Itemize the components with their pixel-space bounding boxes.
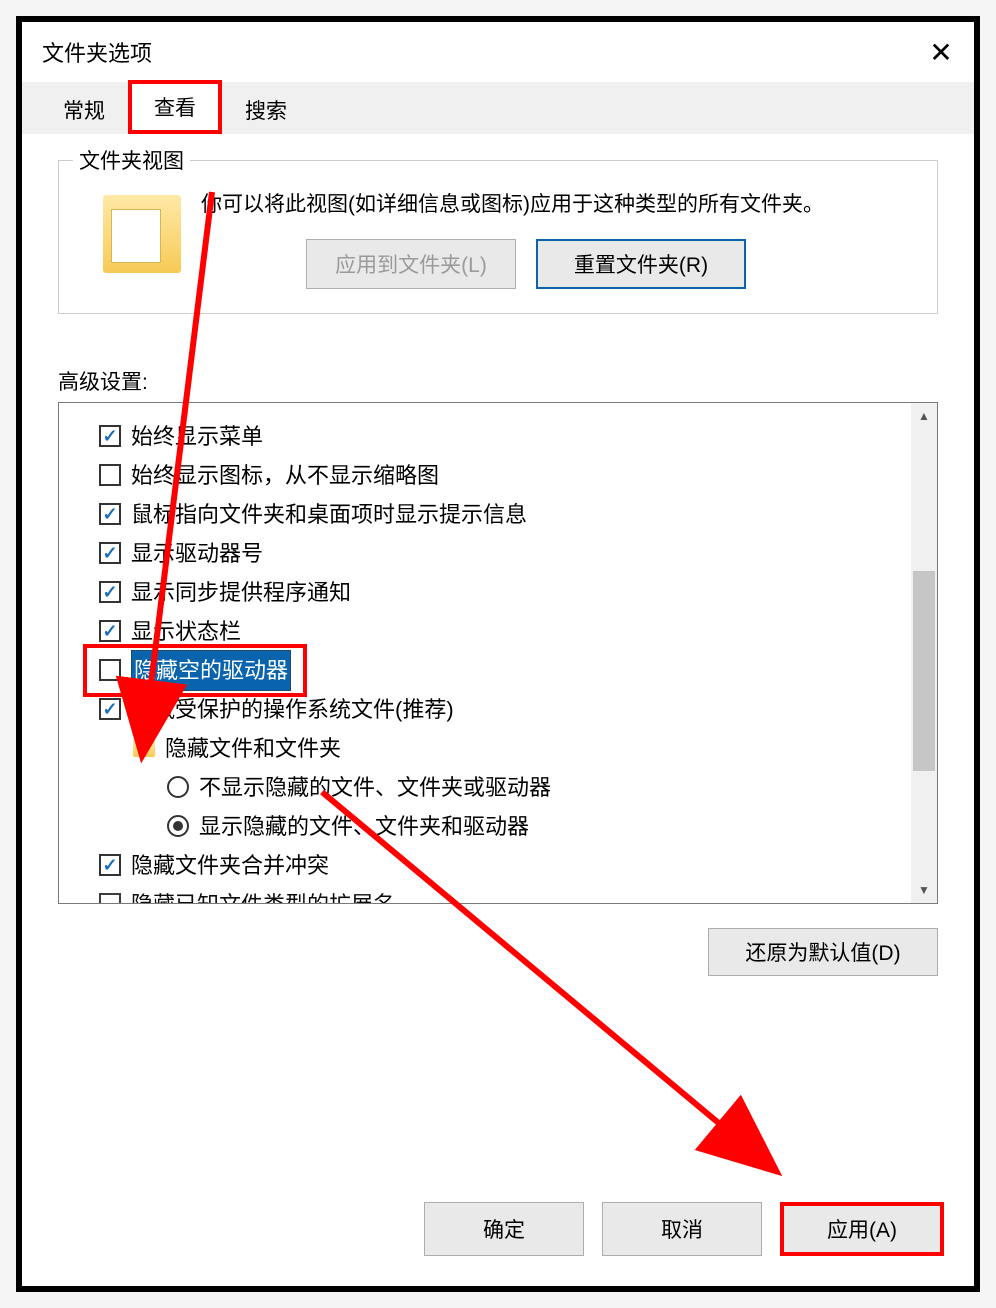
item-label: 显示驱动器号 [131, 534, 263, 573]
scrollbar[interactable]: ▲ ▼ [911, 403, 937, 903]
tab-view[interactable]: 查看 [128, 80, 222, 134]
scroll-thumb[interactable] [913, 571, 935, 771]
item-label: 始终显示菜单 [131, 417, 263, 456]
tab-general[interactable]: 常规 [40, 86, 128, 134]
list-item[interactable]: 隐藏受保护的操作系统文件(推荐) [99, 690, 937, 729]
item-label: 隐藏受保护的操作系统文件(推荐) [131, 690, 454, 729]
folder-icon [133, 739, 155, 757]
checkbox-icon[interactable] [99, 425, 121, 447]
apply-button[interactable]: 应用(A) [780, 1202, 944, 1256]
checkbox-icon[interactable] [99, 620, 121, 642]
dialog-title: 文件夹选项 [42, 36, 916, 68]
list-item[interactable]: 显示驱动器号 [99, 534, 937, 573]
checkbox-icon[interactable] [99, 893, 121, 904]
close-button[interactable]: ✕ [916, 34, 966, 70]
advanced-settings-list[interactable]: 始终显示菜单 始终显示图标，从不显示缩略图 鼠标指向文件夹和桌面项时显示提示信息… [58, 402, 938, 904]
restore-defaults-button[interactable]: 还原为默认值(D) [708, 928, 938, 976]
tab-bar: 常规 查看 搜索 [22, 82, 974, 134]
item-label: 隐藏空的驱动器 [131, 650, 291, 691]
folder-options-dialog: 文件夹选项 ✕ 常规 查看 搜索 文件夹视图 你可以将此视图(如详细信息或图标)… [22, 22, 974, 1286]
checkbox-icon[interactable] [99, 581, 121, 603]
ok-button[interactable]: 确定 [424, 1202, 584, 1256]
close-icon: ✕ [929, 36, 952, 69]
apply-to-folders-button: 应用到文件夹(L) [306, 239, 516, 289]
folder-view-group: 文件夹视图 你可以将此视图(如详细信息或图标)应用于这种类型的所有文件夹。 应用… [58, 160, 938, 314]
reset-folders-button[interactable]: 重置文件夹(R) [536, 239, 746, 289]
list-item[interactable]: 隐藏文件和文件夹 [99, 729, 937, 768]
list-item[interactable]: 隐藏已知文件类型的扩展名 [99, 885, 937, 904]
item-label: 隐藏文件夹合并冲突 [131, 846, 329, 885]
titlebar: 文件夹选项 ✕ [22, 22, 974, 82]
item-label: 始终显示图标，从不显示缩略图 [131, 456, 439, 495]
scroll-up-icon[interactable]: ▲ [911, 403, 937, 429]
list-item-hide-empty-drives[interactable]: 隐藏空的驱动器 [99, 651, 937, 690]
advanced-settings-label: 高级设置: [58, 366, 938, 396]
list-item[interactable]: 显示隐藏的文件、文件夹和驱动器 [99, 807, 937, 846]
item-label: 显示隐藏的文件、文件夹和驱动器 [199, 807, 529, 846]
item-label: 鼠标指向文件夹和桌面项时显示提示信息 [131, 495, 527, 534]
list-item[interactable]: 隐藏文件夹合并冲突 [99, 846, 937, 885]
checkbox-icon[interactable] [99, 503, 121, 525]
folder-view-group-label: 文件夹视图 [73, 145, 190, 175]
list-item[interactable]: 始终显示图标，从不显示缩略图 [99, 456, 937, 495]
item-label: 隐藏文件和文件夹 [165, 729, 341, 768]
checkbox-icon[interactable] [99, 464, 121, 486]
list-item[interactable]: 不显示隐藏的文件、文件夹或驱动器 [99, 768, 937, 807]
item-label: 显示同步提供程序通知 [131, 573, 351, 612]
tab-content-view: 文件夹视图 你可以将此视图(如详细信息或图标)应用于这种类型的所有文件夹。 应用… [22, 134, 974, 1184]
list-item[interactable]: 显示同步提供程序通知 [99, 573, 937, 612]
item-label: 不显示隐藏的文件、文件夹或驱动器 [199, 768, 551, 807]
dialog-footer: 确定 取消 应用(A) [22, 1184, 974, 1286]
item-label: 隐藏已知文件类型的扩展名 [131, 885, 395, 904]
checkbox-icon[interactable] [99, 854, 121, 876]
folder-icon [103, 195, 181, 273]
checkbox-icon[interactable] [99, 698, 121, 720]
list-item[interactable]: 始终显示菜单 [99, 417, 937, 456]
list-item[interactable]: 鼠标指向文件夹和桌面项时显示提示信息 [99, 495, 937, 534]
tab-search[interactable]: 搜索 [222, 86, 310, 134]
folder-view-row: 你可以将此视图(如详细信息或图标)应用于这种类型的所有文件夹。 应用到文件夹(L… [83, 189, 913, 289]
radio-icon[interactable] [167, 815, 189, 837]
cancel-button[interactable]: 取消 [602, 1202, 762, 1256]
folder-view-description: 你可以将此视图(如详细信息或图标)应用于这种类型的所有文件夹。 [201, 189, 913, 221]
radio-icon[interactable] [167, 776, 189, 798]
checkbox-icon[interactable] [99, 542, 121, 564]
scroll-down-icon[interactable]: ▼ [911, 877, 937, 903]
checkbox-icon[interactable] [99, 659, 121, 681]
